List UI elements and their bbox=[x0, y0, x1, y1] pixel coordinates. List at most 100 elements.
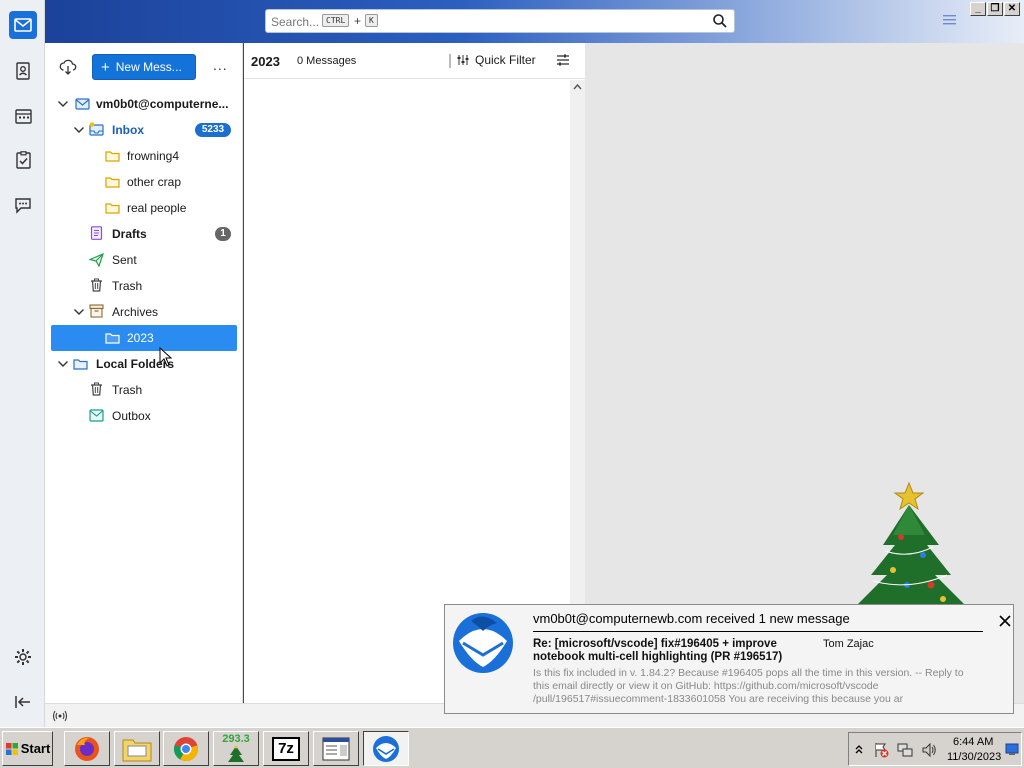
quick-filter-button[interactable]: Quick Filter bbox=[457, 53, 536, 67]
clock-date: 11/30/2023 bbox=[947, 751, 1002, 763]
local-folder-icon bbox=[73, 359, 88, 370]
taskbar-thunderbird[interactable] bbox=[363, 731, 409, 766]
outbox-icon bbox=[89, 409, 104, 422]
new-message-label: New Mess... bbox=[115, 60, 182, 74]
folder-icon bbox=[105, 151, 120, 162]
get-messages-icon[interactable] bbox=[59, 59, 77, 75]
trash-icon bbox=[91, 382, 102, 396]
account-label: vm0b0t@computerne... bbox=[96, 97, 229, 111]
plus-icon: + bbox=[101, 58, 110, 76]
app-menu-icon[interactable] bbox=[942, 13, 958, 27]
folder-account[interactable]: vm0b0t@computerne... bbox=[51, 91, 237, 117]
folder-label: 2023 bbox=[127, 331, 154, 345]
folder-outbox[interactable]: Outbox bbox=[51, 403, 237, 429]
windows-logo-icon bbox=[5, 742, 18, 755]
folder-archives[interactable]: Archives bbox=[51, 299, 237, 325]
calendar-icon[interactable] bbox=[9, 102, 37, 130]
close-button[interactable]: ✕ bbox=[1004, 2, 1020, 16]
folder-real-people[interactable]: real people bbox=[51, 195, 237, 221]
sent-icon bbox=[89, 253, 104, 267]
folder-label: frowning4 bbox=[127, 149, 180, 163]
show-desktop-icon[interactable] bbox=[1005, 742, 1019, 756]
archive-icon bbox=[89, 304, 104, 318]
mouse-cursor-icon bbox=[159, 347, 173, 367]
thunderbird-icon bbox=[373, 735, 399, 762]
divider bbox=[533, 631, 983, 632]
taskbar-tree-counter[interactable]: 293.3 bbox=[213, 731, 259, 766]
taskbar-firefox[interactable] bbox=[64, 731, 110, 766]
spaces-toolbar bbox=[0, 0, 45, 727]
clock-time: 6:44 AM bbox=[953, 736, 994, 748]
inbox-icon bbox=[89, 122, 104, 136]
search-input[interactable]: Search... CTRL + K bbox=[265, 9, 735, 33]
volume-icon[interactable] bbox=[921, 742, 937, 758]
folder-icon bbox=[105, 333, 120, 344]
christmas-tree-icon bbox=[857, 481, 965, 605]
sliders-icon bbox=[457, 55, 469, 65]
chevron-down-icon[interactable] bbox=[57, 358, 69, 370]
folder-2023[interactable]: 2023 bbox=[51, 325, 237, 351]
taskbar-file-explorer[interactable] bbox=[114, 731, 160, 766]
display-options-icon[interactable] bbox=[556, 53, 570, 70]
counter-value: 293.3 bbox=[222, 733, 250, 745]
thread-pane-header: 2023 0 Messages Quick Filter bbox=[244, 43, 585, 79]
minimize-button[interactable]: _ bbox=[970, 2, 986, 16]
scroll-up-icon[interactable] bbox=[573, 83, 582, 90]
drafts-label: Drafts bbox=[112, 227, 147, 241]
folder-frowning4[interactable]: frowning4 bbox=[51, 143, 237, 169]
sent-label: Sent bbox=[112, 253, 137, 267]
new-mail-notification[interactable]: vm0b0t@computernewb.com received 1 new m… bbox=[444, 604, 1014, 714]
taskbar-document-viewer[interactable] bbox=[313, 731, 359, 766]
chevron-up-icon[interactable] bbox=[855, 744, 863, 754]
folder-other-crap[interactable]: other crap bbox=[51, 169, 237, 195]
start-button[interactable]: Start bbox=[2, 731, 53, 766]
taskbar-chrome[interactable] bbox=[163, 731, 209, 766]
inbox-unread-badge: 5233 bbox=[195, 123, 231, 137]
document-window-icon bbox=[322, 737, 350, 760]
folder-local-trash[interactable]: Trash bbox=[51, 377, 237, 403]
chevron-down-icon[interactable] bbox=[73, 306, 85, 318]
folder-sent[interactable]: Sent bbox=[51, 247, 237, 273]
more-options-button[interactable]: ... bbox=[213, 57, 228, 73]
folder-inbox[interactable]: Inbox 5233 bbox=[51, 117, 237, 143]
folder-label: real people bbox=[127, 201, 187, 215]
new-message-button[interactable]: + New Mess... bbox=[92, 54, 196, 80]
tasks-icon[interactable] bbox=[9, 146, 37, 174]
folder-icon bbox=[105, 203, 120, 214]
address-book-icon[interactable] bbox=[9, 57, 37, 85]
account-mail-icon bbox=[75, 98, 90, 110]
drafts-count-badge: 1 bbox=[215, 227, 231, 241]
file-explorer-icon bbox=[122, 739, 152, 761]
close-icon[interactable] bbox=[998, 614, 1012, 628]
inbox-label: Inbox bbox=[112, 123, 144, 137]
collapse-toolbar-icon[interactable] bbox=[9, 688, 37, 716]
chevron-down-icon[interactable] bbox=[73, 124, 85, 136]
tree-icon bbox=[228, 745, 244, 762]
chat-icon[interactable] bbox=[9, 191, 37, 219]
folder-trash[interactable]: Trash bbox=[51, 273, 237, 299]
message-count: 0 Messages bbox=[297, 55, 357, 67]
notification-sender: Tom Zajac bbox=[823, 638, 874, 650]
taskbar: Start 293.3 7z 6:44 AM 11/30/2023 bbox=[0, 727, 1024, 768]
taskbar-7zip[interactable]: 7z bbox=[263, 731, 309, 766]
settings-gear-icon[interactable] bbox=[9, 643, 37, 671]
shortcut-key-k: K bbox=[365, 14, 378, 27]
mail-icon[interactable] bbox=[9, 11, 37, 39]
firefox-icon bbox=[75, 736, 99, 761]
divider bbox=[449, 54, 451, 68]
network-icon[interactable] bbox=[897, 742, 913, 758]
7zip-icon: 7z bbox=[272, 736, 300, 761]
trash-label: Trash bbox=[112, 279, 143, 293]
folder-pane: + New Mess... ... vm0b0t@computerne... I… bbox=[45, 43, 243, 703]
online-status-icon[interactable] bbox=[53, 710, 67, 722]
search-icon[interactable] bbox=[712, 13, 728, 29]
notification-title: vm0b0t@computernewb.com received 1 new m… bbox=[533, 611, 850, 626]
start-label: Start bbox=[20, 741, 51, 756]
chevron-down-icon[interactable] bbox=[57, 98, 69, 110]
folder-local-folders[interactable]: Local Folders bbox=[51, 351, 237, 377]
notification-subject: Re: [microsoft/vscode] fix#196405 + impr… bbox=[533, 638, 783, 663]
folder-drafts[interactable]: Drafts 1 bbox=[51, 221, 237, 247]
notification-preview: Is this fix included in v. 1.84.2? Becau… bbox=[533, 667, 964, 705]
maximize-button[interactable]: ❐ bbox=[987, 2, 1003, 16]
action-center-flag-icon[interactable] bbox=[873, 742, 889, 758]
